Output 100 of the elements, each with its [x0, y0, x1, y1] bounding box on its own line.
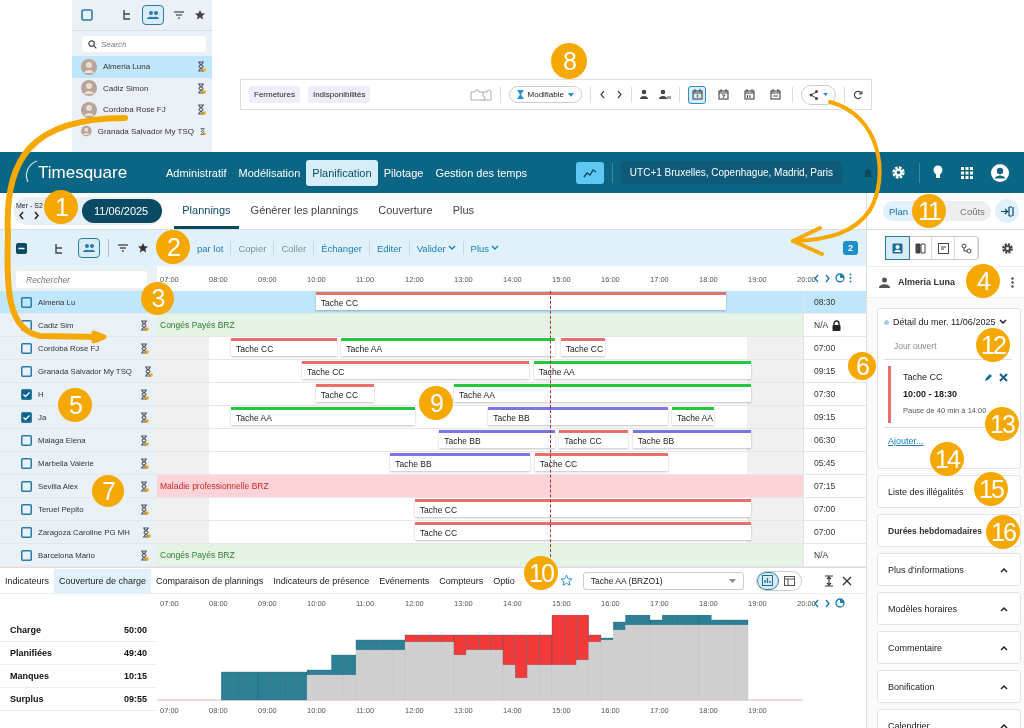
chevron-left-icon[interactable]	[18, 211, 26, 220]
task-bar[interactable]: Tache CC	[315, 384, 374, 402]
panel-tab[interactable]: Indicateurs	[0, 568, 55, 593]
toolbar-action[interactable]: Valider	[416, 242, 456, 254]
chevron-up-icon[interactable]	[1000, 722, 1008, 728]
task-bar[interactable]: Tache AA	[533, 361, 751, 379]
person-icon[interactable]	[640, 89, 651, 100]
chevron-down-icon[interactable]	[999, 319, 1008, 325]
chevron-left-icon[interactable]	[599, 90, 607, 99]
task-bar[interactable]: Tache CC	[315, 292, 727, 310]
logo[interactable]: Timesquare	[24, 159, 152, 186]
chevron-right-icon[interactable]	[615, 90, 623, 99]
toolbar-action[interactable]: Editer	[376, 242, 402, 254]
group-button[interactable]	[142, 5, 164, 25]
person-row[interactable]: Cadiz Simon	[72, 77, 212, 99]
close-icon[interactable]	[841, 575, 852, 586]
task-bar[interactable]: Tache CC	[231, 338, 337, 356]
expand-icon[interactable]	[823, 574, 834, 587]
task-bar[interactable]: Tache CC	[560, 338, 606, 356]
date-picker[interactable]: 11/06/2025	[82, 199, 163, 223]
absence-bar[interactable]: Maladie professionnelle BRZ	[157, 475, 803, 497]
checkbox[interactable]	[21, 319, 32, 331]
checkbox[interactable]	[21, 342, 32, 354]
person-row[interactable]: Almeria Luna	[72, 56, 212, 78]
task-bar[interactable]: Tache BB	[439, 430, 555, 448]
nav-tab[interactable]: Planification	[306, 159, 378, 186]
checkbox[interactable]	[21, 526, 32, 538]
refresh-icon[interactable]	[853, 89, 863, 100]
search-field[interactable]: Search	[82, 36, 206, 52]
panel-tab[interactable]: Indicateurs de présence	[268, 568, 375, 593]
checkbox[interactable]	[21, 480, 32, 492]
group-button[interactable]	[78, 238, 100, 258]
pencil-icon[interactable]	[984, 372, 993, 382]
apps-grid-icon[interactable]	[961, 166, 973, 179]
task-bar[interactable]: Tache CC	[414, 499, 751, 517]
task-bar[interactable]: Tache BB	[488, 407, 668, 425]
panel-tab[interactable]: Evénements	[374, 568, 435, 593]
filter-chip[interactable]: Indisponibilités	[307, 86, 371, 103]
task-bar[interactable]: Tache BB	[390, 453, 531, 471]
calendar-view-button[interactable]	[688, 85, 706, 104]
checkbox[interactable]	[81, 9, 93, 21]
filter-chip[interactable]: Fermetures	[249, 86, 300, 103]
checkbox[interactable]	[21, 365, 32, 377]
settings-icon[interactable]	[1001, 241, 1014, 255]
task-bar[interactable]: Tache BB	[632, 430, 751, 448]
star-icon[interactable]	[194, 9, 206, 21]
toolbar-action[interactable]: par lot	[197, 242, 224, 254]
section-title[interactable]: Calendrier	[888, 720, 930, 728]
view-tab[interactable]: Générer les plannings	[242, 193, 367, 229]
analytics-button[interactable]	[575, 161, 604, 184]
task-bar[interactable]: Tache CC	[414, 522, 751, 540]
task-bar[interactable]: Tache AA	[454, 384, 751, 402]
section-title[interactable]: Bonification	[888, 681, 935, 692]
clock-icon[interactable]	[835, 273, 845, 283]
checkbox[interactable]	[21, 503, 32, 515]
section-title[interactable]: Liste des illégalités	[888, 486, 964, 497]
section-title[interactable]: Plus d'informations	[888, 564, 964, 575]
section-title[interactable]: Modèles horaires	[888, 603, 958, 614]
view-tab[interactable]: Plus	[444, 193, 483, 229]
panel-tab[interactable]: Couverture de charge	[54, 568, 152, 593]
checkbox[interactable]	[21, 411, 32, 423]
mode-toggle[interactable]: Coûts	[954, 201, 991, 221]
account-icon[interactable]	[991, 163, 1009, 182]
kebab-icon[interactable]	[1011, 276, 1014, 288]
checkbox[interactable]	[21, 549, 32, 561]
delete-icon[interactable]	[999, 372, 1008, 382]
panel-tab[interactable]: Comparaison de plannings	[151, 568, 269, 593]
task-bar[interactable]: Tache CC	[559, 430, 629, 448]
panel-tab[interactable]: Optio	[488, 568, 520, 593]
task-bar[interactable]: Tache AA	[231, 407, 416, 425]
kebab-icon[interactable]	[849, 273, 852, 283]
filter-icon[interactable]	[173, 10, 185, 20]
lightbulb-icon[interactable]	[933, 165, 943, 180]
tree-icon[interactable]	[121, 9, 133, 21]
absence-bar[interactable]: Congés Payés BRZ	[157, 314, 803, 336]
person-icon[interactable]	[659, 89, 671, 100]
person-row[interactable]: Cordoba Rose FJ	[72, 99, 212, 121]
section-title[interactable]: Commentaire	[888, 642, 943, 653]
star-icon[interactable]	[137, 242, 149, 254]
timezone-selector[interactable]: UTC+1 Bruxelles, Copenhague, Madrid, Paris	[620, 161, 842, 184]
chevron-up-icon[interactable]	[1000, 566, 1008, 573]
clock-icon[interactable]	[835, 598, 845, 608]
star-icon[interactable]	[559, 574, 573, 587]
chevron-up-icon[interactable]	[1000, 683, 1008, 690]
section-title[interactable]: Durées hebdomadaires	[888, 525, 982, 536]
nav-tab[interactable]: Modélisation	[232, 159, 307, 186]
checkbox[interactable]	[21, 388, 32, 400]
search-field[interactable]: Rechercher	[16, 271, 147, 288]
add-link[interactable]: Ajouter...	[888, 436, 924, 446]
task-bar[interactable]: Tache AA	[341, 338, 555, 356]
mode-toggle[interactable]: Plan	[883, 201, 914, 221]
checkbox[interactable]	[21, 457, 32, 469]
chevron-up-icon[interactable]	[1000, 644, 1008, 651]
checkbox[interactable]	[21, 296, 32, 308]
task-bar[interactable]: Tache CC	[534, 453, 668, 471]
checkbox[interactable]	[21, 434, 32, 446]
chevron-up-icon[interactable]	[1000, 605, 1008, 612]
toolbar-action[interactable]: Échanger	[321, 242, 362, 254]
checkbox[interactable]	[16, 242, 27, 254]
task-dropdown[interactable]: Tache AA (BRZO1)	[582, 571, 744, 590]
